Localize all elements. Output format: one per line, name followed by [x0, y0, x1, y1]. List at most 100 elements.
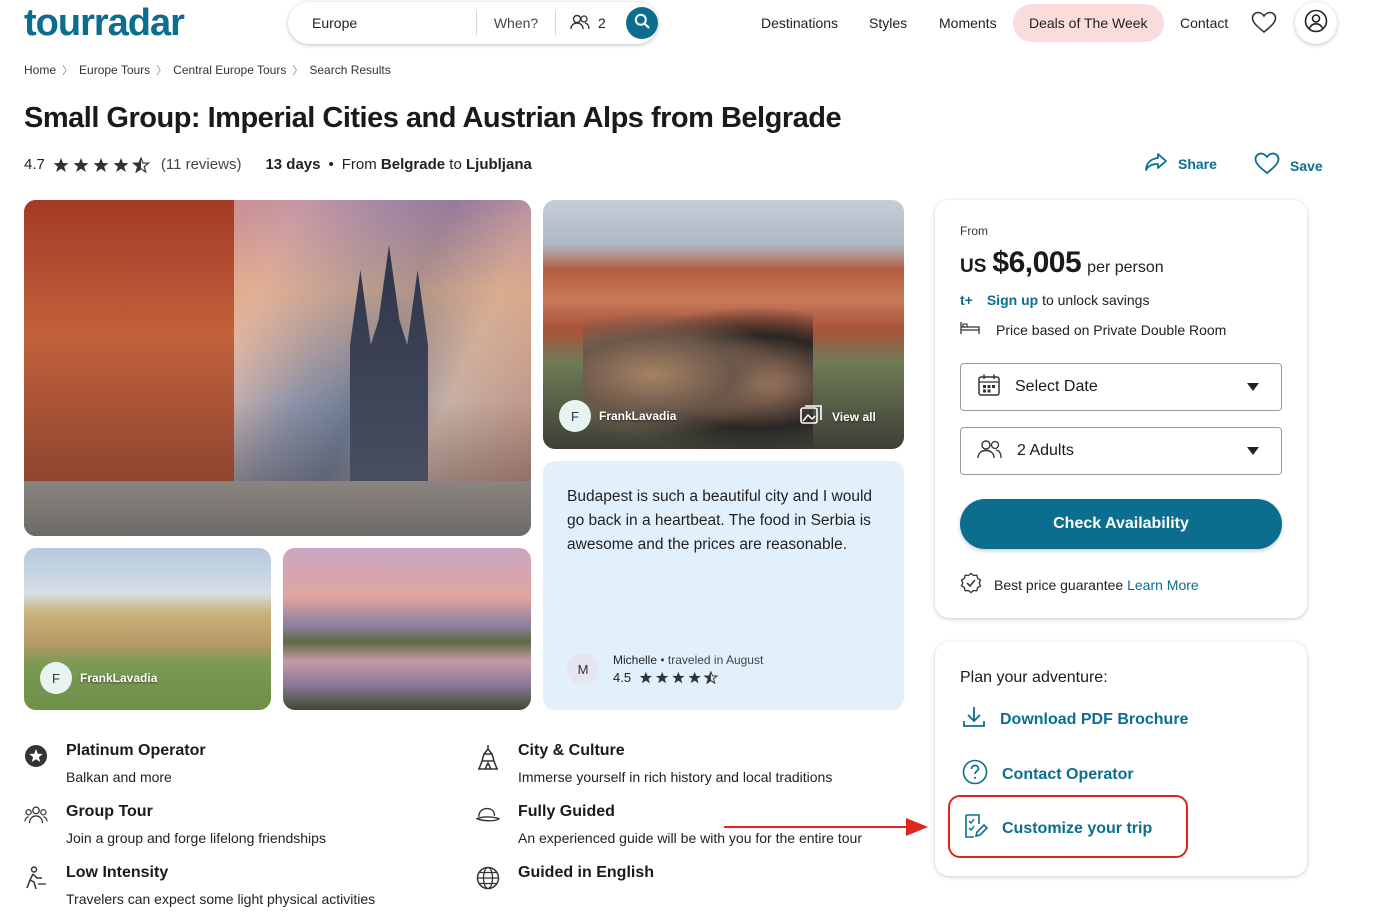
search-button[interactable]: [626, 7, 658, 39]
guarantee-text: Best price guarantee: [994, 576, 1124, 593]
meta-separator: •: [328, 156, 334, 173]
rating-stars: [53, 156, 153, 173]
feature-desc: Travelers can expect some light physical…: [66, 891, 376, 907]
tour-meta: 4.7 (11 reviews) 13 days • From Belgrade…: [24, 156, 532, 173]
annotation-arrow-line: [724, 826, 910, 828]
chevron-down-icon: [1247, 447, 1259, 455]
search-bar: Europe When? 2: [288, 2, 658, 44]
credit-name: FrankLavadia: [599, 409, 677, 423]
credit-name: FrankLavadia: [80, 671, 158, 685]
feature-group-tour: Group Tour Join a group and forge lifelo…: [24, 803, 326, 846]
tour-duration: 13 days: [265, 156, 321, 173]
reviewer-rating: 4.5: [613, 670, 763, 685]
select-date-dropdown[interactable]: Select Date: [960, 363, 1282, 411]
destination-field[interactable]: Europe: [288, 15, 476, 31]
reviewer-rating-value: 4.5: [613, 670, 632, 685]
share-icon: [1144, 152, 1168, 175]
review-card: Budapest is such a beautiful city and I …: [543, 461, 904, 710]
share-label: Share: [1178, 155, 1217, 172]
page-title: Small Group: Imperial Cities and Austria…: [24, 102, 842, 134]
feature-title: Low Intensity: [66, 864, 169, 881]
group-icon: [24, 805, 48, 829]
signup-link[interactable]: Sign up: [987, 292, 1038, 308]
save-button[interactable]: Save: [1254, 152, 1323, 179]
nav-moments[interactable]: Moments: [939, 4, 997, 42]
breadcrumb-central-europe-tours[interactable]: Central Europe Tours: [173, 63, 286, 77]
price-basis: Price based on Private Double Room: [960, 321, 1226, 338]
learn-more-link[interactable]: Learn More: [1127, 577, 1199, 593]
reviewer-avatar: M: [567, 653, 599, 685]
feature-title: City & Culture: [518, 742, 625, 759]
price-from-label: From: [960, 224, 988, 238]
plan-title: Plan your adventure:: [960, 669, 1108, 686]
feature-desc: An experienced guide will be with you fo…: [518, 830, 862, 846]
check-availability-button[interactable]: Check Availability: [960, 499, 1282, 549]
best-price-guarantee: Best price guarantee Learn More: [960, 572, 1199, 597]
save-heart-icon: [1254, 152, 1280, 179]
photo-credit: F FrankLavadia: [559, 400, 676, 432]
main-photo-prague-square[interactable]: [24, 200, 531, 536]
price-tag-icon: [960, 572, 982, 597]
photo-river-sunset[interactable]: [283, 548, 531, 710]
to-label: to: [449, 156, 462, 173]
contact-operator-label: Contact Operator: [1002, 765, 1134, 783]
travelers-field[interactable]: 2: [556, 14, 620, 33]
feature-title: Platinum Operator: [66, 742, 206, 759]
feature-desc: Join a group and forge lifelong friendsh…: [66, 830, 326, 846]
price-per: per person: [1087, 259, 1164, 276]
user-icon: [1304, 9, 1328, 38]
adults-dropdown[interactable]: 2 Adults: [960, 427, 1282, 475]
share-button[interactable]: Share: [1144, 152, 1217, 175]
user-account-button[interactable]: [1295, 2, 1337, 44]
breadcrumb-separator: 〉: [292, 65, 304, 77]
nav-contact[interactable]: Contact: [1180, 4, 1228, 42]
reviewer-separator: •: [660, 653, 668, 667]
reviewer-info: M Michelle • traveled in August 4.5: [567, 653, 763, 685]
download-brochure-link[interactable]: Download PDF Brochure: [962, 706, 1188, 733]
tourradar-logo[interactable]: tourradar™: [24, 0, 194, 45]
reviews-link[interactable]: (11 reviews): [161, 156, 242, 173]
reviewer-traveled: traveled in August: [667, 653, 764, 667]
stars-icon: [53, 156, 151, 173]
travelers-icon: [570, 14, 590, 33]
landmark-icon: [476, 744, 500, 770]
logo-text: tourradar: [24, 2, 185, 44]
save-label: Save: [1290, 157, 1323, 174]
when-field[interactable]: When?: [477, 15, 555, 31]
breadcrumb-home[interactable]: Home: [24, 63, 56, 77]
chevron-down-icon: [1247, 383, 1259, 391]
photo-credit: F FrankLavadia: [40, 662, 157, 694]
nav-deals[interactable]: Deals of The Week: [1013, 4, 1164, 42]
breadcrumb-search-results[interactable]: Search Results: [309, 63, 390, 77]
breadcrumb-europe-tours[interactable]: Europe Tours: [79, 63, 150, 77]
start-city: Belgrade: [380, 156, 446, 173]
feature-title: Group Tour: [66, 803, 153, 820]
feature-desc: Immerse yourself in rich history and loc…: [518, 769, 833, 785]
nav-styles[interactable]: Styles: [869, 4, 907, 42]
nav-destinations[interactable]: Destinations: [761, 4, 838, 42]
wishlist-heart-icon[interactable]: [1251, 11, 1277, 40]
feature-low-intensity: Low Intensity Travelers can expect some …: [24, 864, 375, 907]
from-label: From: [341, 156, 377, 173]
review-stars-icon: [639, 671, 719, 684]
price-amount: $6,005: [992, 246, 1082, 279]
travelers-icon: [977, 439, 1003, 464]
signup-savings: t+ Sign up to unlock savings: [960, 292, 1149, 308]
feature-desc: Balkan and more: [66, 769, 172, 785]
signup-text: to unlock savings: [1042, 292, 1150, 308]
breadcrumb-separator: 〉: [156, 65, 168, 77]
download-label: Download PDF Brochure: [1000, 710, 1189, 728]
price: US $6,005 per person: [960, 246, 1164, 280]
feature-title: Guided in English: [518, 864, 654, 881]
select-date-label: Select Date: [1015, 378, 1098, 395]
reviewer-line: Michelle • traveled in August: [613, 653, 763, 667]
booking-card: From US $6,005 per person t+ Sign up to …: [935, 200, 1307, 618]
feature-city-culture: City & Culture Immerse yourself in rich …: [476, 742, 832, 785]
logo-trademark: ™: [186, 0, 194, 1]
globe-icon: [476, 866, 500, 890]
view-all-photos-button[interactable]: View all: [800, 405, 876, 428]
travelers-count: 2: [598, 15, 606, 31]
contact-operator-link[interactable]: Contact Operator: [962, 759, 1134, 790]
feature-platinum-operator: Platinum Operator Balkan and more: [24, 742, 206, 785]
rating-value: 4.7: [24, 156, 45, 173]
